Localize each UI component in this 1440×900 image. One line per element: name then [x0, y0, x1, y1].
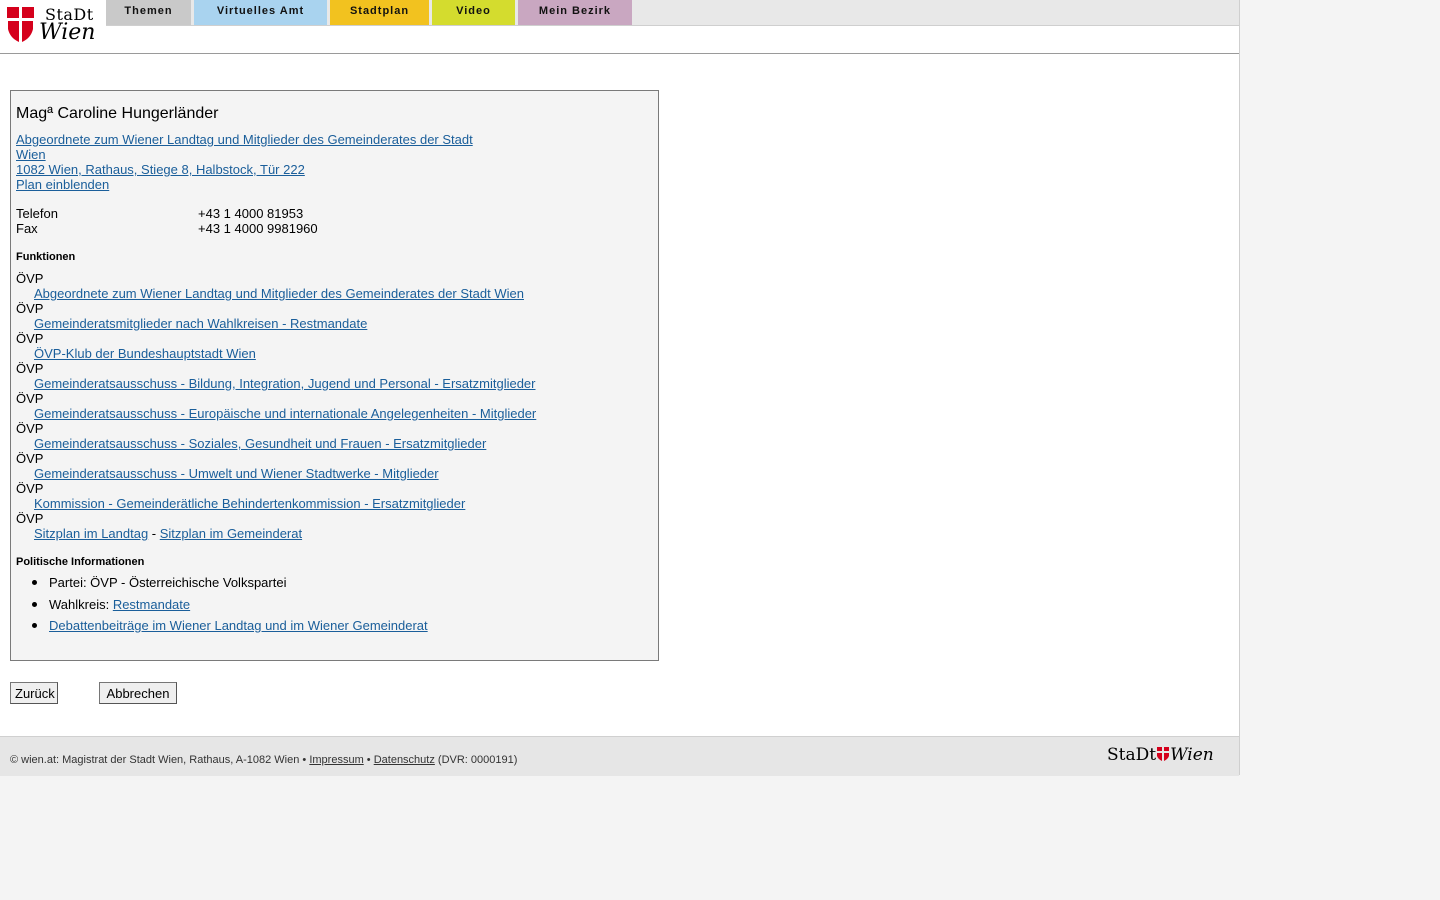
footer: © wien.at: Magistrat der Stadt Wien, Rat… [0, 736, 1239, 776]
function-link[interactable]: ÖVP-Klub der Bundeshauptstadt Wien [34, 346, 256, 361]
fax-value: +43 1 4000 9981960 [198, 221, 318, 236]
district-info: Wahlkreis: Restmandate [49, 597, 190, 612]
role-link-continued[interactable]: Wien [16, 147, 46, 162]
function-link[interactable]: Gemeinderatsausschuss - Soziales, Gesund… [34, 436, 486, 451]
address-link[interactable]: 1082 Wien, Rathaus, Stiege 8, Halbstock,… [16, 162, 305, 177]
function-link[interactable]: Gemeinderatsmitglieder nach Wahlkreisen … [34, 316, 367, 331]
phone-value: +43 1 4000 81953 [198, 206, 304, 221]
functions-heading: Funktionen [16, 251, 76, 263]
debates-link[interactable]: Debattenbeiträge im Wiener Landtag und i… [49, 618, 428, 633]
tab-mein-bezirk[interactable]: Mein Bezirk [518, 0, 632, 25]
logo-text-wien: Wien [39, 20, 96, 45]
bullet-icon [32, 580, 37, 585]
bullet-icon [32, 602, 37, 607]
function-party: ÖVP [16, 301, 44, 316]
phone-label: Telefon [16, 206, 58, 221]
function-link[interactable]: Gemeinderatsausschuss - Bildung, Integra… [34, 376, 536, 391]
function-party: ÖVP [16, 361, 44, 376]
seat-plan-gemeinderat-link[interactable]: Sitzplan im Gemeinderat [160, 526, 302, 541]
show-map-link[interactable]: Plan einblenden [16, 177, 109, 192]
stadt-wien-logo[interactable]: StaDt Wien [7, 5, 102, 46]
function-party: ÖVP [16, 451, 44, 466]
footer-text: © wien.at: Magistrat der Stadt Wien, Rat… [10, 754, 517, 766]
imprint-link[interactable]: Impressum [309, 754, 363, 766]
seat-plan-separator: - [148, 526, 160, 541]
seat-plan-landtag-link[interactable]: Sitzplan im Landtag [34, 526, 148, 541]
tab-video[interactable]: Video [432, 0, 515, 25]
page: StaDt Wien Themen Virtuelles Amt Stadtpl… [0, 0, 1240, 776]
header: StaDt Wien Themen Virtuelles Amt Stadtpl… [0, 0, 1239, 54]
tab-virtuelles-amt[interactable]: Virtuelles Amt [194, 0, 327, 25]
function-link[interactable]: Abgeordnete zum Wiener Landtag und Mitgl… [34, 286, 524, 301]
district-link[interactable]: Restmandate [113, 597, 190, 612]
function-link[interactable]: Kommission - Gemeinderätliche Behinderte… [34, 496, 465, 511]
bullet-icon [32, 623, 37, 628]
dvr-text: (DVR: 0000191) [434, 754, 518, 766]
function-party: ÖVP [16, 481, 44, 496]
cancel-button[interactable]: Abbrechen [99, 682, 177, 704]
footer-stadt-wien-logo[interactable]: StaDt Wien [1107, 745, 1214, 765]
privacy-link[interactable]: Datenschutz [374, 754, 435, 766]
fax-label: Fax [16, 221, 38, 236]
tab-stadtplan[interactable]: Stadtplan [330, 0, 429, 25]
function-party: ÖVP [16, 391, 44, 406]
wien-shield-icon [1157, 747, 1170, 761]
person-details-box: Magª Caroline Hungerländer Abgeordnete z… [10, 90, 659, 661]
main-navigation: Themen Virtuelles Amt Stadtplan Video Me… [106, 0, 1239, 26]
political-info-heading: Politische Informationen [16, 556, 145, 568]
person-name: Magª Caroline Hungerländer [16, 105, 219, 122]
function-link[interactable]: Gemeinderatsausschuss - Umwelt und Wiene… [34, 466, 439, 481]
role-link[interactable]: Abgeordnete zum Wiener Landtag und Mitgl… [16, 132, 473, 147]
seat-plan-links: Sitzplan im Landtag - Sitzplan im Gemein… [34, 526, 302, 541]
wien-shield-icon [7, 7, 34, 42]
party-info: Partei: ÖVP - Österreichische Volksparte… [49, 575, 287, 590]
function-party: ÖVP [16, 271, 44, 286]
footer-separator: • [363, 754, 374, 766]
back-button[interactable]: Zurück [10, 682, 58, 704]
footer-logo-wien: Wien [1170, 745, 1214, 765]
function-party: ÖVP [16, 511, 44, 526]
district-label: Wahlkreis: [49, 597, 113, 612]
function-link[interactable]: Gemeinderatsausschuss - Europäische und … [34, 406, 536, 421]
function-party: ÖVP [16, 331, 44, 346]
tab-themen[interactable]: Themen [106, 0, 191, 25]
copyright-text: © wien.at: Magistrat der Stadt Wien, Rat… [10, 754, 310, 766]
footer-logo-stadt: StaDt [1107, 745, 1157, 765]
function-party: ÖVP [16, 421, 44, 436]
